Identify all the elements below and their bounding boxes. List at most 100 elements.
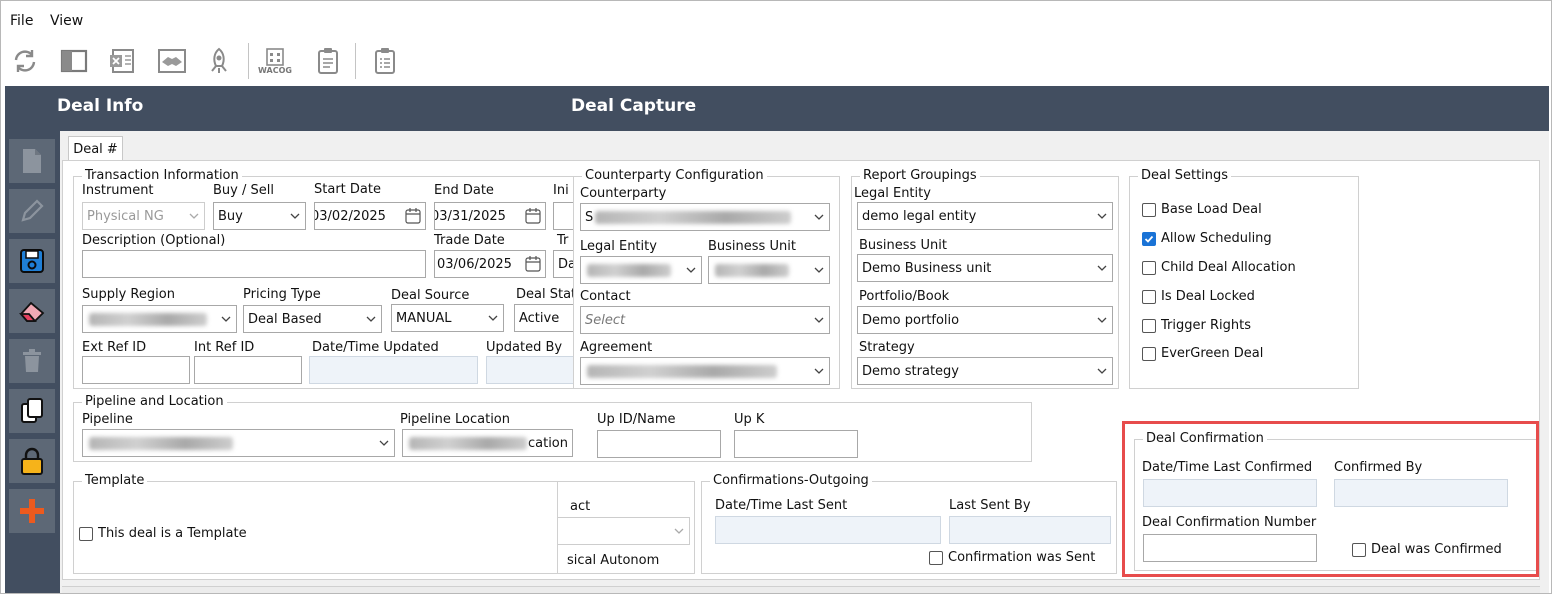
allow-scheduling-checkbox[interactable]: Allow Scheduling (1142, 231, 1272, 246)
buysell-select[interactable]: Buy (213, 202, 306, 230)
pipeline-select[interactable] (82, 429, 395, 457)
strategy-select[interactable]: Demo strategy (857, 357, 1113, 385)
bottom-panel-edge (62, 586, 1540, 593)
counterparty-select[interactable]: S (580, 203, 830, 231)
agreement-select[interactable] (580, 357, 830, 385)
checkbox-label: Is Deal Locked (1161, 289, 1255, 304)
rg-business-unit-select[interactable]: Demo Business unit (857, 254, 1113, 282)
rg-legal-entity-value: demo legal entity (862, 208, 977, 224)
menu-view[interactable]: View (50, 13, 83, 29)
supply-region-select[interactable] (82, 305, 237, 333)
deal-source-select[interactable]: MANUAL (391, 304, 504, 332)
group-title: Report Groupings (860, 168, 980, 183)
instrument-label: Instrument (82, 183, 154, 198)
evergreen-checkbox[interactable]: EverGreen Deal (1142, 346, 1263, 361)
end-date-value: 03/31/2025 (434, 208, 506, 224)
start-date-value: 03/02/2025 (314, 208, 386, 224)
start-date-input[interactable]: 03/02/2025 (314, 202, 426, 230)
clipboard-list-icon[interactable] (367, 43, 403, 79)
trigger-rights-checkbox[interactable]: Trigger Rights (1142, 318, 1251, 333)
calendar-icon[interactable] (404, 207, 422, 225)
pipeline-location-select[interactable]: cation (402, 429, 573, 457)
checkbox-box[interactable] (1142, 318, 1156, 333)
tr-label: Tr (557, 233, 569, 248)
portfolio-select[interactable]: Demo portfolio (857, 306, 1113, 334)
handshake-icon[interactable] (154, 43, 190, 79)
chevron-down-icon (290, 213, 300, 219)
delete-icon[interactable] (9, 339, 55, 383)
start-date-label: Start Date (314, 182, 381, 197)
instrument-select[interactable]: Physical NG (82, 202, 205, 230)
end-date-input[interactable]: 03/31/2025 (434, 202, 546, 230)
rocket-icon[interactable] (201, 43, 237, 79)
up-id-input[interactable] (597, 430, 721, 458)
clipboard-icon[interactable] (310, 43, 346, 79)
deal-locked-checkbox[interactable]: Is Deal Locked (1142, 289, 1255, 304)
checkbox-box[interactable] (79, 526, 93, 541)
child-deal-checkbox[interactable]: Child Deal Allocation (1142, 260, 1296, 275)
panel-icon[interactable] (56, 43, 92, 79)
pricing-type-select[interactable]: Deal Based (243, 305, 382, 333)
checkbox-label: Base Load Deal (1161, 202, 1262, 217)
checkbox-box[interactable] (1142, 202, 1156, 217)
add-icon[interactable] (9, 489, 55, 533)
menu-file[interactable]: File (10, 13, 33, 29)
up-k-input[interactable] (734, 430, 858, 458)
contact-select[interactable]: Select (580, 306, 830, 334)
checkbox-label: This deal is a Template (98, 526, 247, 541)
lock-icon[interactable] (9, 439, 55, 483)
description-input[interactable] (82, 250, 426, 278)
trade-date-input[interactable]: 03/06/2025 (434, 250, 546, 278)
end-date-label: End Date (434, 183, 494, 198)
checkbox-box[interactable] (1142, 289, 1156, 304)
group-title: Confirmations-Outgoing (710, 473, 872, 488)
portfolio-value: Demo portfolio (862, 312, 960, 328)
chevron-down-icon (189, 213, 199, 219)
chevron-down-icon (814, 317, 824, 323)
refresh-icon[interactable] (7, 43, 43, 79)
deal-status-label: Deal Stat (516, 287, 577, 302)
partial-act-label: act (570, 499, 591, 514)
tab-deal-number[interactable]: Deal # (68, 136, 123, 161)
redacted-text (587, 365, 777, 378)
excel-icon[interactable] (105, 43, 141, 79)
checkbox-label: EverGreen Deal (1161, 346, 1264, 361)
instrument-value: Physical NG (87, 208, 164, 224)
rg-legal-entity-select[interactable]: demo legal entity (857, 202, 1113, 230)
deal-status-value: Active (519, 310, 560, 326)
new-document-icon[interactable] (9, 139, 55, 183)
template-checkbox[interactable]: This deal is a Template (79, 526, 247, 541)
cp-legal-entity-select[interactable] (580, 256, 702, 284)
eraser-icon[interactable] (9, 289, 55, 333)
wacog-icon[interactable]: WACOG (257, 43, 293, 79)
check-icon (1144, 235, 1154, 243)
group-title: Deal Settings (1138, 168, 1232, 183)
checkbox-box[interactable] (1142, 231, 1156, 246)
copy-icon[interactable] (9, 389, 55, 433)
deal-source-label: Deal Source (391, 288, 470, 303)
calendar-icon[interactable] (524, 255, 542, 273)
toolbar-separator (248, 43, 249, 79)
partial-select[interactable] (558, 517, 690, 545)
strategy-value: Demo strategy (862, 363, 959, 379)
cp-business-unit-select[interactable] (708, 256, 830, 284)
int-ref-input[interactable] (194, 356, 302, 384)
description-label: Description (Optional) (82, 233, 226, 248)
confirmation-sent-checkbox[interactable]: Confirmation was Sent (929, 550, 1095, 565)
strategy-label: Strategy (859, 340, 915, 355)
base-load-checkbox[interactable]: Base Load Deal (1142, 202, 1262, 217)
pricing-type-value: Deal Based (248, 311, 322, 327)
calendar-icon[interactable] (524, 207, 542, 225)
checkbox-box[interactable] (1142, 260, 1156, 275)
cp-legal-entity-label: Legal Entity (580, 239, 657, 254)
checkbox-box[interactable] (929, 550, 943, 565)
menu-bar: File View (1, 11, 1551, 33)
wacog-label: WACOG (258, 65, 292, 75)
group-title: Transaction Information (82, 168, 242, 183)
save-icon[interactable] (9, 239, 55, 283)
toolbar: WACOG (1, 39, 1551, 85)
chevron-down-icon (814, 214, 824, 220)
ext-ref-input[interactable] (82, 356, 190, 384)
checkbox-box[interactable] (1142, 346, 1156, 361)
edit-icon[interactable] (9, 189, 55, 233)
